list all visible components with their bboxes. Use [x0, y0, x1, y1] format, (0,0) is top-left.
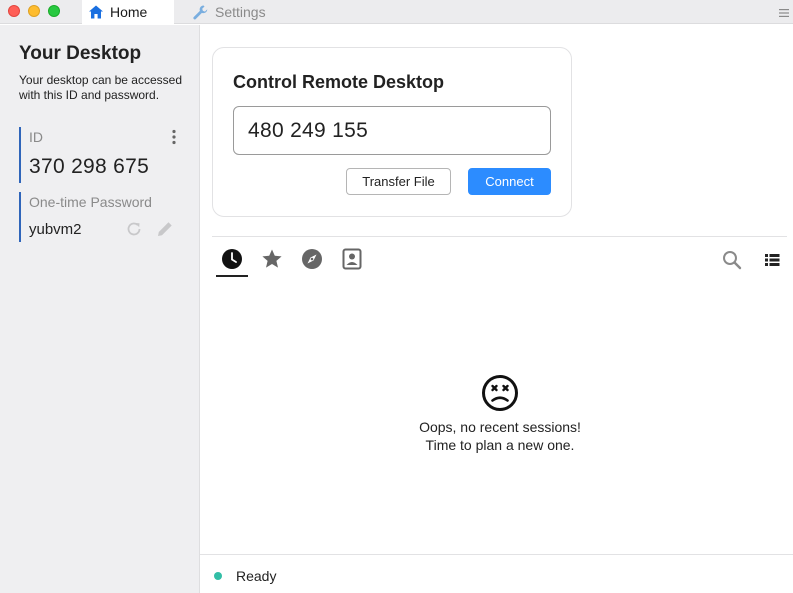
id-block: ID 370 298 675 [19, 127, 189, 183]
window-minimize-button[interactable] [28, 5, 40, 17]
window-close-button[interactable] [8, 5, 20, 17]
search-icon[interactable] [722, 250, 742, 275]
title-bar: Home Settings [0, 0, 793, 24]
empty-sessions-message: Oops, no recent sessions! Time to plan a… [380, 374, 620, 454]
transfer-file-button[interactable]: Transfer File [346, 168, 451, 195]
home-icon [88, 4, 104, 20]
section-divider [212, 236, 787, 237]
empty-sessions-line1: Oops, no recent sessions! [419, 419, 581, 435]
hamburger-menu-icon[interactable] [779, 5, 789, 23]
more-vertical-icon[interactable] [171, 129, 177, 150]
your-desktop-description: Your desktop can be accessed with this I… [19, 73, 183, 102]
password-block: One-time Password yubvm2 [19, 192, 189, 242]
wrench-icon [192, 4, 209, 21]
clock-icon [221, 248, 243, 275]
star-icon [261, 248, 283, 275]
tab-settings[interactable]: Settings [192, 0, 266, 24]
control-remote-card: Control Remote Desktop Transfer File Con… [212, 47, 572, 217]
left-panel: Your Desktop Your desktop can be accesse… [0, 25, 200, 593]
remote-id-input[interactable] [233, 106, 551, 155]
tab-address-book[interactable] [340, 248, 364, 275]
tab-home-label: Home [110, 4, 148, 20]
empty-sessions-line2: Time to plan a new one. [425, 437, 575, 453]
contact-book-icon [342, 248, 362, 275]
sad-face-icon [380, 374, 620, 412]
status-indicator-dot [214, 572, 222, 580]
id-label: ID [29, 129, 43, 145]
pencil-icon[interactable] [155, 219, 175, 244]
tab-settings-label: Settings [215, 4, 266, 20]
active-tab-indicator [216, 275, 248, 277]
status-bar: Ready [200, 554, 793, 593]
your-desktop-heading: Your Desktop [19, 43, 142, 64]
list-view-icon[interactable] [764, 252, 780, 273]
tab-home[interactable]: Home [82, 0, 174, 24]
connect-button[interactable]: Connect [468, 168, 551, 195]
password-value: yubvm2 [29, 221, 82, 238]
control-remote-title: Control Remote Desktop [233, 72, 445, 92]
tab-favorites[interactable] [260, 249, 284, 273]
password-label: One-time Password [29, 194, 152, 210]
tab-recent-sessions[interactable] [220, 248, 244, 275]
tab-discovered[interactable] [300, 248, 324, 275]
status-text: Ready [236, 568, 277, 584]
id-value: 370 298 675 [29, 155, 150, 178]
window-zoom-button[interactable] [48, 5, 60, 17]
compass-icon [301, 248, 323, 275]
refresh-icon[interactable] [125, 220, 143, 243]
